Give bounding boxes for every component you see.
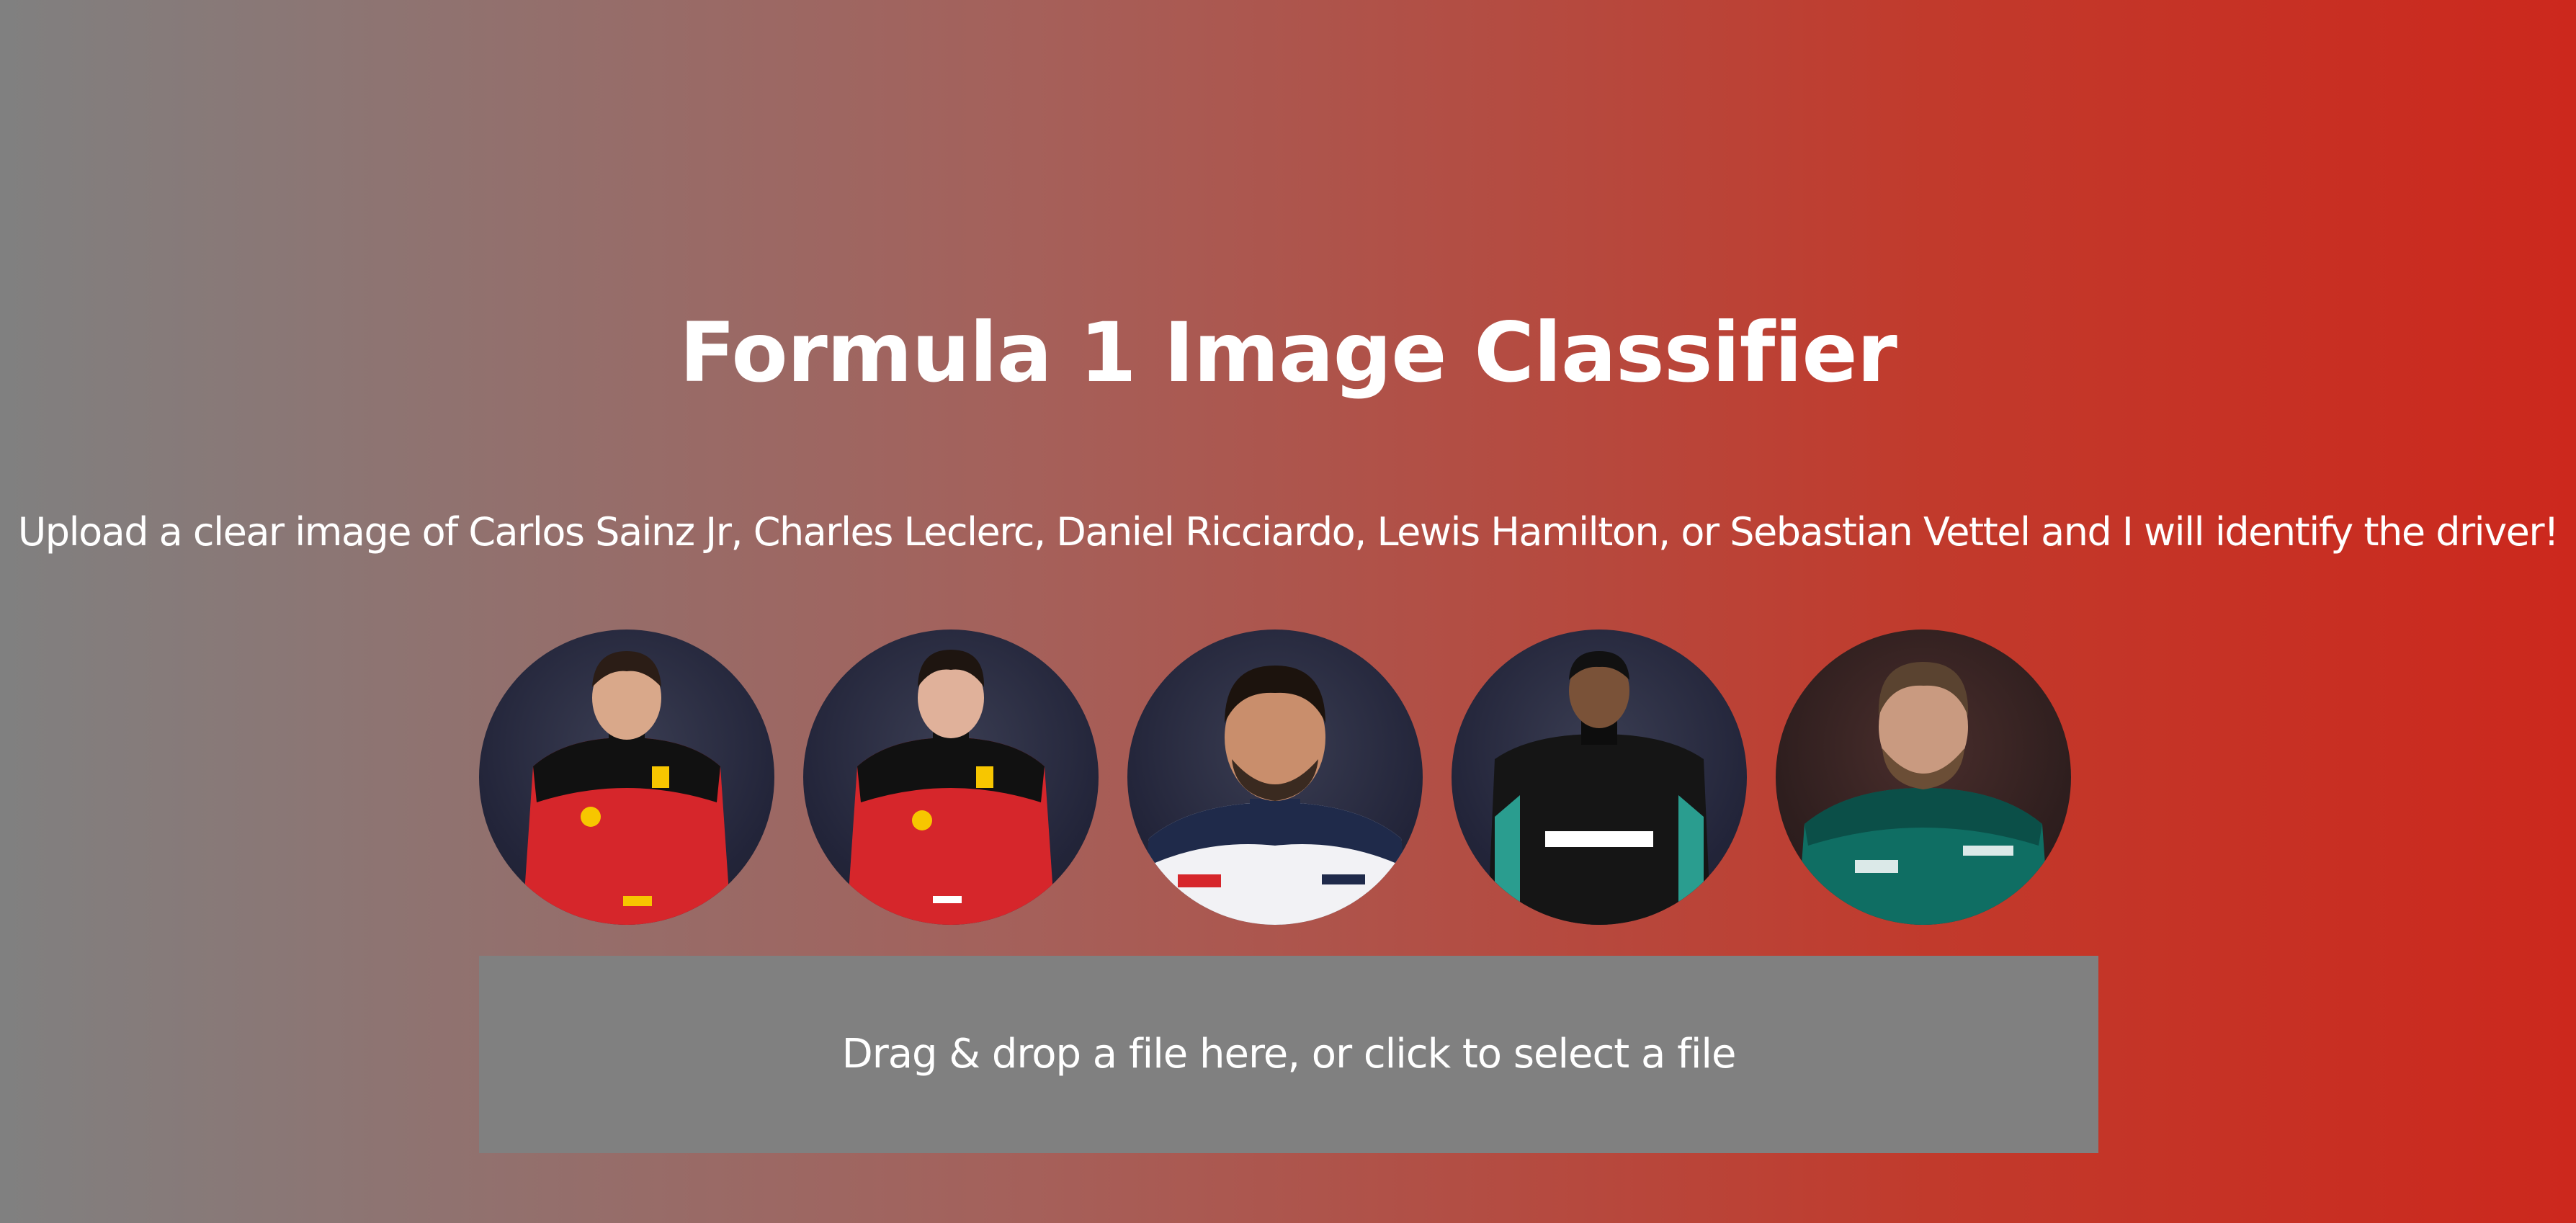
driver-portrait-leclerc bbox=[846, 650, 1055, 925]
driver-photo-leclerc bbox=[803, 630, 1099, 925]
driver-photo-hamilton bbox=[1452, 630, 1747, 925]
driver-portrait-vettel bbox=[1797, 662, 2049, 925]
page-title: Formula 1 Image Classifier bbox=[679, 305, 1897, 400]
driver-portrait-hamilton bbox=[1488, 651, 1711, 925]
page-subtitle: Upload a clear image of Carlos Sainz Jr,… bbox=[17, 509, 2559, 555]
file-dropzone[interactable]: Drag & drop a file here, or click to sel… bbox=[479, 956, 2098, 1153]
driver-photo-ricciardo bbox=[1127, 630, 1423, 925]
driver-photo-vettel bbox=[1776, 630, 2071, 925]
driver-portrait-sainz bbox=[522, 651, 731, 925]
driver-photo-sainz bbox=[479, 630, 774, 925]
dropzone-label: Drag & drop a file here, or click to sel… bbox=[841, 1031, 1737, 1078]
driver-gallery bbox=[479, 630, 2071, 925]
driver-portrait-ricciardo bbox=[1142, 666, 1408, 925]
